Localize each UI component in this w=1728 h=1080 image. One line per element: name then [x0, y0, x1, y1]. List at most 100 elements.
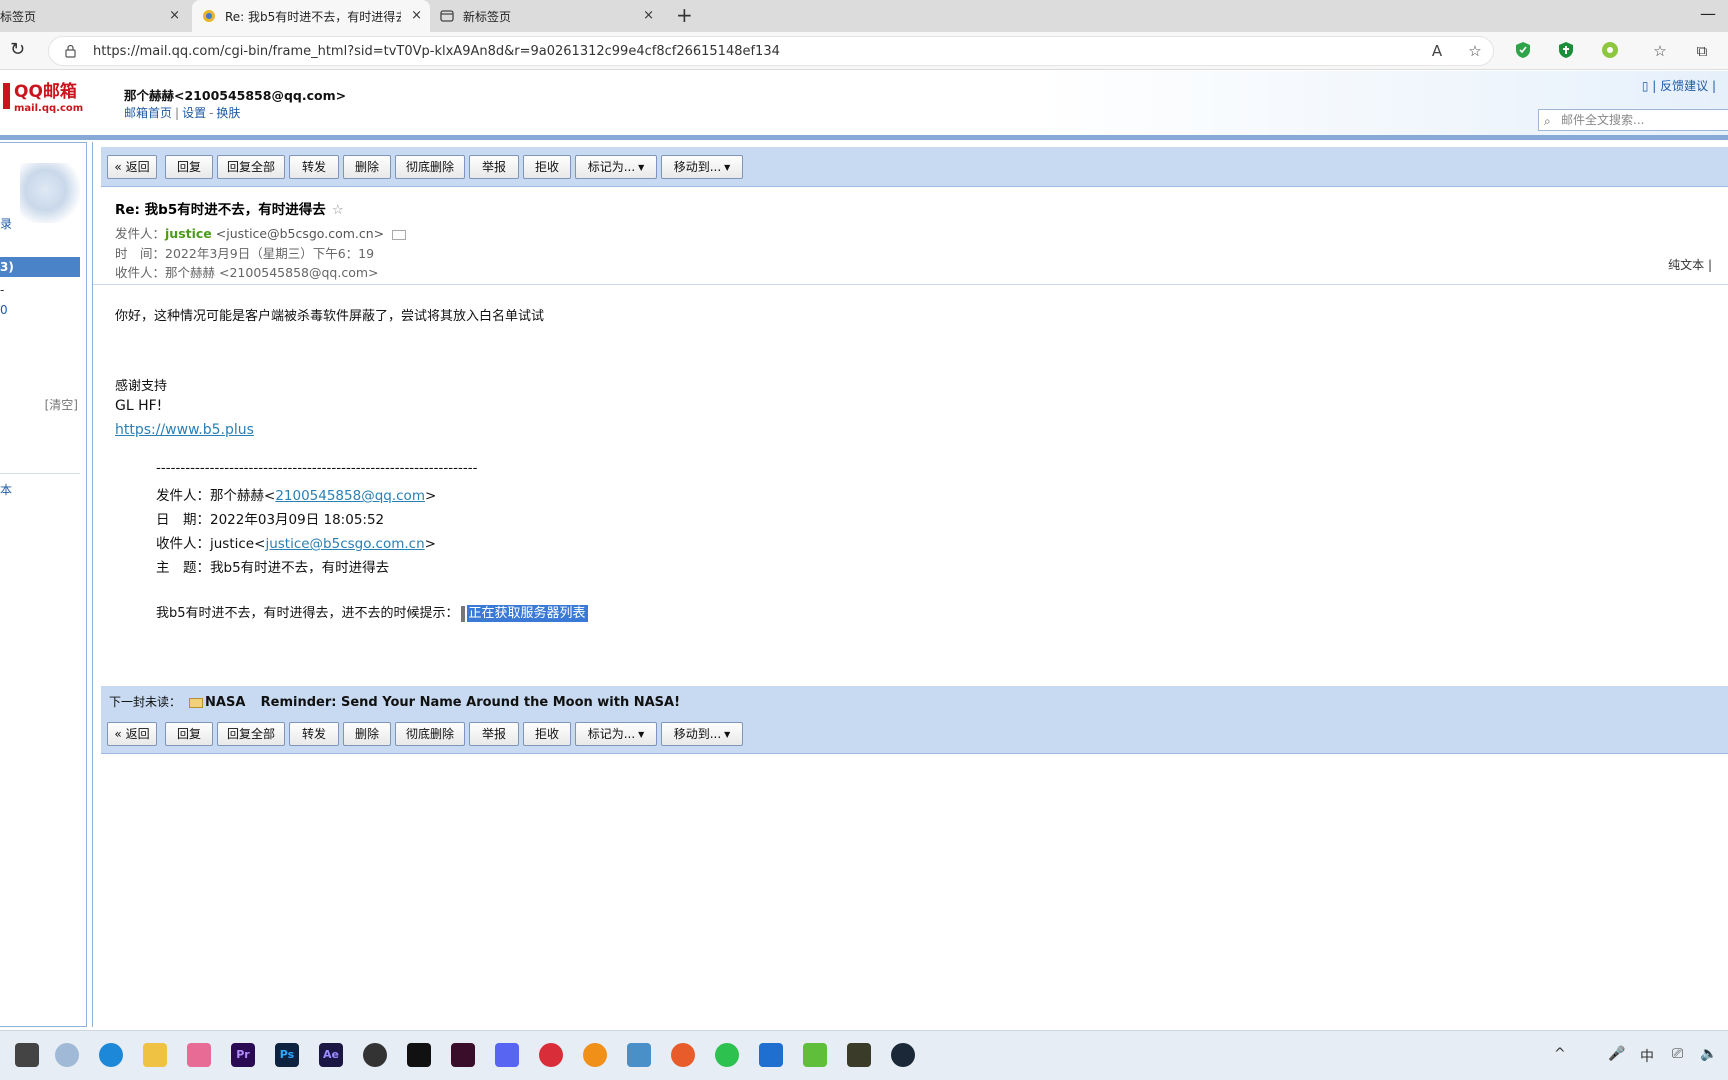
report-button[interactable]: 举报 [469, 155, 519, 179]
after-effects-icon[interactable]: Ae [319, 1043, 343, 1067]
mail-search-input[interactable]: ⌕ 邮件全文搜索... [1538, 109, 1728, 131]
next-unread-sender[interactable]: NASA [205, 695, 245, 710]
star-icon[interactable]: ☆ [332, 202, 344, 218]
logo-text[interactable]: QQ邮箱 [14, 83, 77, 101]
reply-all-button[interactable]: 回复全部 [217, 155, 285, 179]
reply-button[interactable]: 回复 [165, 155, 213, 179]
sidebar-item[interactable]: - [0, 283, 4, 297]
quote-divider: ----------------------------------------… [156, 460, 478, 476]
delete-button[interactable]: 删除 [343, 155, 391, 179]
reply-all-button[interactable]: 回复全部 [217, 722, 285, 746]
selected-text[interactable]: 正在获取服务器列表 [466, 605, 588, 622]
header-links: 邮箱首页 | 设置 - 换肤 [124, 106, 241, 120]
quote-from-email-link[interactable]: 2100545858@qq.com [275, 488, 425, 504]
sidebar-item-notes[interactable]: 本 [0, 481, 12, 498]
tab-current-mail[interactable]: Re: 我b5有时进不去，有时进得去 × [192, 0, 430, 32]
shield-extension-icon[interactable] [1513, 41, 1533, 61]
next-unread-bar: 下一封未读： NASA Reminder: Send Your Name Arou… [101, 686, 1728, 718]
website-link[interactable]: https://www.b5.plus [115, 422, 254, 438]
favorite-icon[interactable]: ☆ [1465, 41, 1485, 61]
url-text[interactable]: https://mail.qq.com/cgi-bin/frame_html?s… [93, 44, 780, 59]
reject-button[interactable]: 拒收 [523, 155, 571, 179]
reload-icon[interactable]: ↻ [10, 40, 25, 60]
microphone-icon[interactable]: 🎤 [1608, 1046, 1625, 1062]
move-to-dropdown[interactable]: 移动到... ▼ [661, 155, 743, 179]
sidebar-divider [0, 473, 80, 474]
next-unread-subject[interactable]: Reminder: Send Your Name Around the Moon… [261, 695, 680, 710]
tray-overflow-icon[interactable]: ^ [1554, 1046, 1566, 1062]
sidebar-item-contacts[interactable]: 录 [0, 215, 12, 232]
email-from-row: 发件人：justice <justice@b5csgo.com.cn> [115, 223, 407, 242]
tab-blank[interactable]: 标签页 × [0, 0, 188, 32]
tab-new-tab[interactable]: 新标签页 × [436, 0, 662, 32]
input-language[interactable]: 中 [1640, 1046, 1654, 1066]
forward-button[interactable]: 转发 [289, 155, 339, 179]
email-header-divider [93, 284, 1728, 285]
file-explorer-icon[interactable] [143, 1043, 167, 1067]
delete-button[interactable]: 删除 [343, 722, 391, 746]
move-to-dropdown[interactable]: 移动到... ▼ [661, 722, 743, 746]
contact-card-icon[interactable] [392, 229, 407, 240]
current-user: 那个赫赫<2100545858@qq.com> [124, 88, 347, 103]
chevron-down-icon: ▼ [638, 162, 645, 172]
collections-icon[interactable]: ⧉ [1692, 41, 1712, 61]
settings-link[interactable]: 设置 [182, 106, 206, 120]
mobile-icon[interactable]: ▯ [1642, 79, 1649, 93]
start-icon[interactable] [15, 1043, 39, 1067]
mail-home-link[interactable]: 邮箱首页 [124, 106, 172, 120]
extension-icon[interactable] [1600, 41, 1620, 61]
lock-icon[interactable] [65, 44, 76, 58]
plain-text-label[interactable]: 纯文本 [1668, 258, 1704, 272]
an-icon[interactable] [451, 1043, 475, 1067]
game-icon[interactable] [847, 1043, 871, 1067]
quote-to-email-link[interactable]: justice@b5csgo.com.cn [265, 536, 424, 552]
capcut-icon[interactable] [407, 1043, 431, 1067]
window-minimize-button[interactable]: — [1700, 4, 1716, 23]
steam-tool-icon[interactable] [627, 1043, 651, 1067]
mark-as-dropdown[interactable]: 标记为... ▼ [575, 722, 657, 746]
shield-green-icon[interactable] [1556, 41, 1576, 61]
forward-button[interactable]: 转发 [289, 722, 339, 746]
tab-close-icon[interactable]: × [643, 8, 654, 23]
report-button[interactable]: 举报 [469, 722, 519, 746]
netease-music-icon[interactable] [539, 1043, 563, 1067]
discord-icon[interactable] [495, 1043, 519, 1067]
tab-close-icon[interactable]: × [411, 8, 422, 23]
steam-icon[interactable] [891, 1043, 915, 1067]
skin-link[interactable]: 换肤 [216, 106, 240, 120]
permanent-delete-button[interactable]: 彻底删除 [395, 722, 465, 746]
green-app-icon[interactable] [803, 1043, 827, 1067]
photoshop-icon[interactable]: Ps [275, 1043, 299, 1067]
bluetooth-app-icon[interactable] [759, 1043, 783, 1067]
quote-to: 收件人：justice<justice@b5csgo.com.cn> [156, 532, 436, 552]
sidebar-item-inbox-selected[interactable]: 3) [0, 257, 80, 277]
wechat-icon[interactable] [715, 1043, 739, 1067]
sender-name[interactable]: justice [165, 226, 212, 241]
volume-icon[interactable]: 🔈 [1700, 1046, 1717, 1062]
onedrive-icon[interactable] [55, 1043, 79, 1067]
quote-subject: 主 题：我b5有时进不去，有时进得去 [156, 560, 390, 576]
reject-button[interactable]: 拒收 [523, 722, 571, 746]
back-button[interactable]: « 返回 [107, 155, 157, 179]
tab-close-icon[interactable]: × [169, 8, 180, 23]
orange-app-icon[interactable] [671, 1043, 695, 1067]
feedback-link[interactable]: 反馈建议 [1660, 79, 1708, 93]
sidebar-item[interactable]: 0 [0, 303, 8, 317]
bilibili-icon[interactable] [187, 1043, 211, 1067]
quote-body: 我b5有时进不去，有时进得去，进不去的时候提示： 正在获取服务器列表 [156, 602, 588, 622]
search-app-icon[interactable] [583, 1043, 607, 1067]
sidebar-clear-link[interactable]: [清空] [45, 396, 78, 413]
reply-button[interactable]: 回复 [165, 722, 213, 746]
back-button[interactable]: « 返回 [107, 722, 157, 746]
favorites-icon[interactable]: ☆ [1650, 41, 1670, 61]
premiere-icon[interactable]: Pr [231, 1043, 255, 1067]
address-bar[interactable]: https://mail.qq.com/cgi-bin/frame_html?s… [48, 36, 1494, 66]
edge-icon[interactable] [99, 1043, 123, 1067]
email-time-row: 时 间：2022年3月9日（星期三）下午6：19 [115, 243, 374, 262]
new-tab-button[interactable]: + [676, 4, 693, 26]
obs-icon[interactable] [363, 1043, 387, 1067]
mark-as-dropdown[interactable]: 标记为... ▼ [575, 155, 657, 179]
permanent-delete-button[interactable]: 彻底删除 [395, 155, 465, 179]
network-icon[interactable]: ⎚ [1672, 1046, 1683, 1062]
read-aloud-icon[interactable]: A [1427, 41, 1447, 61]
